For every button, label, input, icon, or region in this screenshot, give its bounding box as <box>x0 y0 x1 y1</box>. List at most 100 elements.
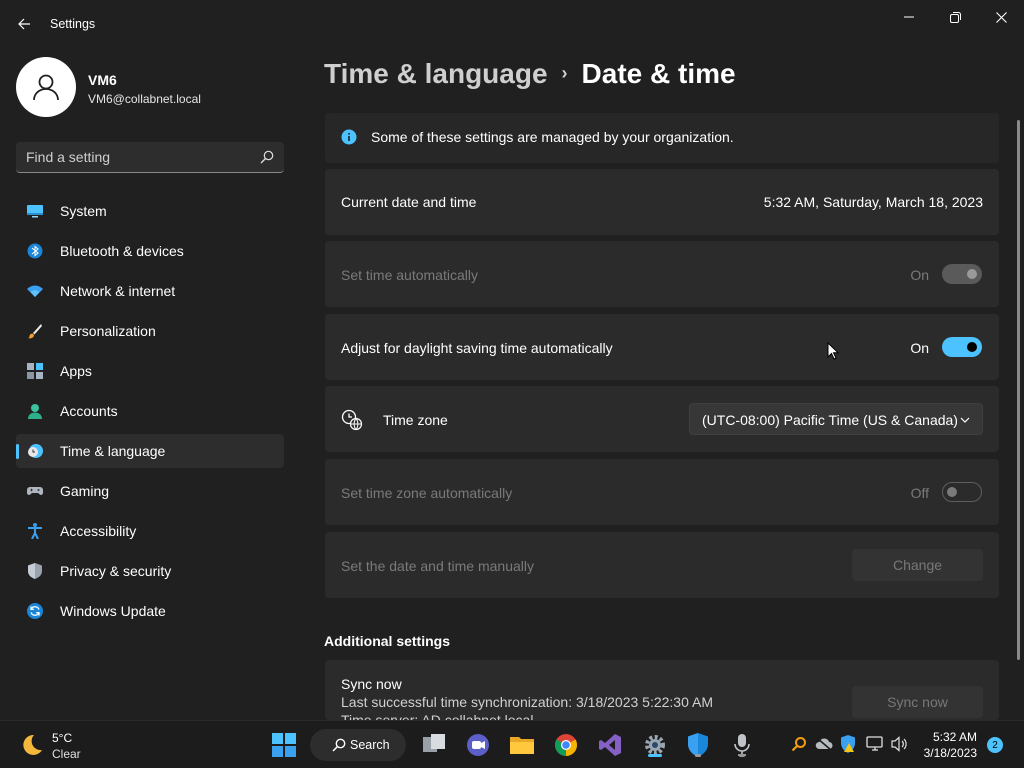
weather-temperature: 5°C <box>52 731 73 745</box>
time-zone-card: Time zone (UTC-08:00) Pacific Time (US &… <box>325 386 999 452</box>
defender-button[interactable] <box>684 731 712 759</box>
active-indicator <box>648 754 662 757</box>
notification-badge[interactable]: 2 <box>987 737 1003 753</box>
taskbar-search-button[interactable]: Search <box>310 729 406 761</box>
close-icon <box>995 11 1007 23</box>
network-tray-button[interactable] <box>866 735 884 753</box>
weather-widget[interactable]: 5°C Clear <box>0 721 100 768</box>
magnifier-icon <box>791 737 806 752</box>
set-timezone-auto-label: Set time zone automatically <box>341 485 513 501</box>
volume-tray-button[interactable] <box>891 735 909 753</box>
recorder-button[interactable] <box>728 731 756 759</box>
gamepad-icon <box>27 487 43 495</box>
back-button[interactable] <box>12 12 36 36</box>
toggle-knob <box>967 342 977 352</box>
chrome-button[interactable] <box>552 731 580 759</box>
back-arrow-icon <box>18 18 30 30</box>
title-bar: Settings <box>0 0 1024 48</box>
sidebar-item-apps[interactable]: Apps <box>16 354 284 388</box>
user-name: VM6 <box>88 72 117 88</box>
search-input[interactable] <box>26 147 256 167</box>
page-title: Date & time <box>581 58 736 89</box>
daylight-saving-card: Adjust for daylight saving time automati… <box>325 314 999 380</box>
running-indicator <box>739 754 745 757</box>
chevron-down-icon <box>960 417 970 423</box>
cloud-offline-icon <box>815 737 833 751</box>
windows-logo-icon <box>272 733 296 757</box>
daylight-saving-toggle[interactable] <box>942 337 982 357</box>
user-email: VM6@collabnet.local <box>88 92 201 106</box>
current-datetime-label: Current date and time <box>341 194 477 210</box>
set-time-auto-label: Set time automatically <box>341 267 478 283</box>
search-icon <box>332 738 346 752</box>
sidebar-item-gaming[interactable]: Gaming <box>16 474 284 508</box>
file-explorer-button[interactable] <box>508 731 536 759</box>
tray-search-icon-button[interactable] <box>790 735 808 753</box>
sidebar-item-accounts[interactable]: Accounts <box>16 394 284 428</box>
restore-icon <box>949 11 961 23</box>
additional-settings-title: Additional settings <box>324 633 450 649</box>
clock-button[interactable]: 5:32 AM 3/18/2023 <box>918 721 980 768</box>
visual-studio-button[interactable] <box>596 731 624 759</box>
person-icon <box>33 74 59 101</box>
speaker-icon <box>891 736 907 752</box>
sync-now-button[interactable]: Sync now <box>852 686 983 718</box>
security-tray-button[interactable] <box>839 735 857 753</box>
start-button[interactable] <box>270 731 298 759</box>
minimize-button[interactable] <box>887 6 931 28</box>
breadcrumb-parent[interactable]: Time & language <box>324 58 548 89</box>
managed-banner: Some of these settings are managed by yo… <box>325 113 999 163</box>
sidebar-nav: System Bluetooth & devices Network & int… <box>16 194 284 634</box>
onedrive-button[interactable] <box>815 735 833 753</box>
settings-taskbar-button[interactable] <box>640 731 670 759</box>
toggle-knob <box>967 269 977 279</box>
set-timezone-auto-toggle[interactable] <box>942 482 982 502</box>
moon-icon <box>23 734 42 755</box>
minimize-icon <box>904 16 914 18</box>
time-zone-dropdown[interactable]: (UTC-08:00) Pacific Time (US & Canada) <box>689 403 983 435</box>
sync-title: Sync now <box>341 676 402 692</box>
time-zone-value: (UTC-08:00) Pacific Time (US & Canada) <box>702 412 958 428</box>
daylight-saving-state: On <box>910 340 929 356</box>
set-time-auto-toggle[interactable] <box>942 264 982 284</box>
avatar[interactable] <box>16 57 76 117</box>
info-icon <box>341 129 357 145</box>
banner-text: Some of these settings are managed by yo… <box>371 129 734 145</box>
chrome-icon <box>555 734 577 756</box>
sidebar-item-network[interactable]: Network & internet <box>16 274 284 308</box>
accessibility-icon <box>28 523 42 539</box>
task-view-button[interactable] <box>420 731 448 759</box>
ethernet-icon <box>866 736 883 751</box>
sidebar-item-personalization[interactable]: Personalization <box>16 314 284 348</box>
close-button[interactable] <box>979 6 1023 28</box>
folder-icon <box>510 737 534 754</box>
mouse-cursor-icon <box>827 342 839 360</box>
chat-icon <box>467 734 489 756</box>
clock-date: 3/18/2023 <box>923 746 977 760</box>
monitor-icon <box>27 205 43 218</box>
bluetooth-icon <box>27 243 43 259</box>
sidebar-item-windows-update[interactable]: Windows Update <box>16 594 284 628</box>
set-timezone-auto-state: Off <box>910 485 929 501</box>
set-time-auto-card: Set time automatically On <box>325 241 999 307</box>
update-icon <box>27 603 43 619</box>
toggle-knob <box>947 487 957 497</box>
brush-icon <box>28 324 42 339</box>
search-box[interactable] <box>16 142 284 173</box>
teams-chat-button[interactable] <box>464 731 492 759</box>
current-datetime-card: Current date and time 5:32 AM, Saturday,… <box>325 169 999 235</box>
clock-time: 5:32 AM <box>932 730 977 744</box>
task-view-icon <box>423 734 445 752</box>
sidebar-item-privacy[interactable]: Privacy & security <box>16 554 284 588</box>
chevron-right-icon: › <box>561 63 568 83</box>
clock-globe-icon <box>341 409 363 431</box>
weather-condition: Clear <box>52 747 81 761</box>
breadcrumb: Time & language › Date & time <box>324 58 736 90</box>
maximize-button[interactable] <box>933 6 977 28</box>
sidebar-item-bluetooth[interactable]: Bluetooth & devices <box>16 234 284 268</box>
sidebar-item-system[interactable]: System <box>16 194 284 228</box>
sidebar-item-time-language[interactable]: Time & language <box>16 434 284 468</box>
sidebar-item-accessibility[interactable]: Accessibility <box>16 514 284 548</box>
scrollbar[interactable] <box>1017 120 1020 660</box>
change-button[interactable]: Change <box>852 549 983 581</box>
